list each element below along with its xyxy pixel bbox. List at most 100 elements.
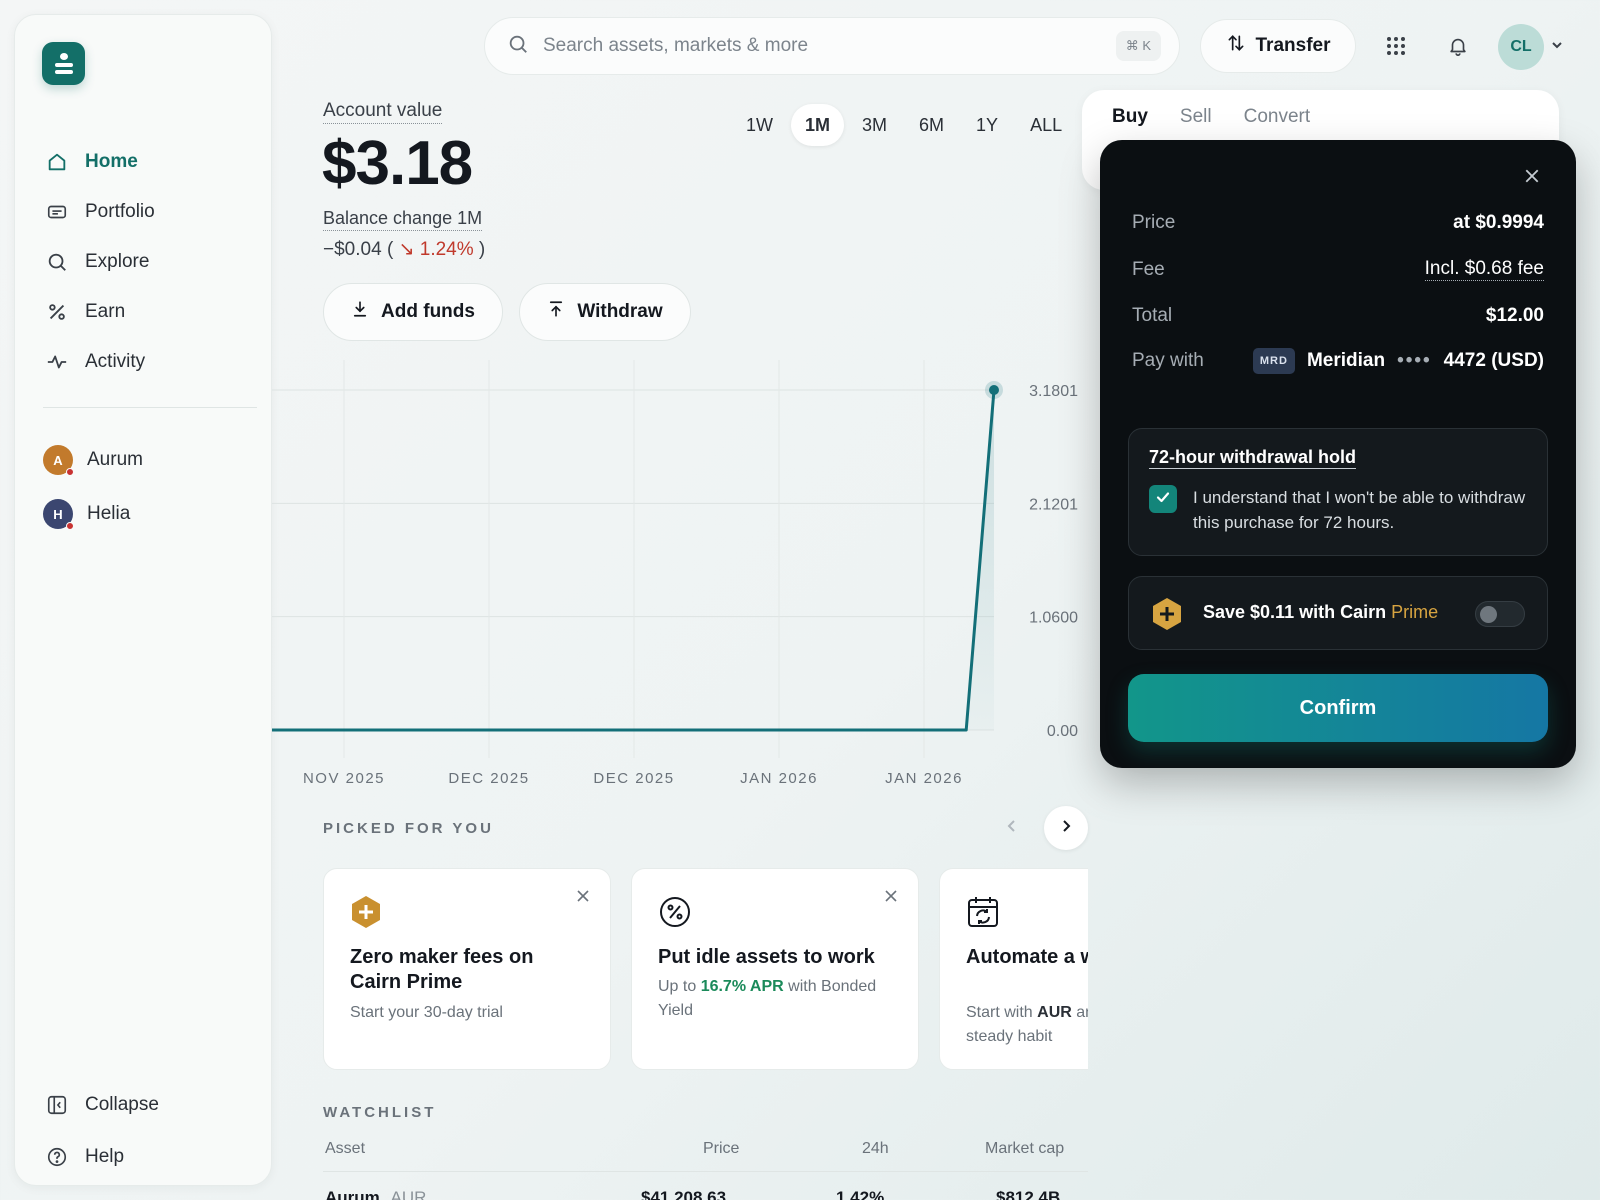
account-value: $3.18 (322, 129, 473, 198)
card-brand-badge: MRD (1252, 348, 1295, 374)
transfer-arrows-icon (1226, 33, 1246, 59)
payment-method-selector[interactable]: MRD Meridian •••• 4472 (USD) (1252, 348, 1544, 374)
help-button[interactable]: Help (45, 1131, 245, 1183)
carousel-next-button[interactable] (1044, 806, 1088, 850)
sidebar-item-explore[interactable]: Explore (45, 237, 245, 287)
sidebar-item-label: Home (85, 151, 138, 172)
table-row-asset[interactable]: Aurum AUR (325, 1188, 426, 1200)
last-point-marker (989, 385, 999, 395)
sidebar-item-label: Portfolio (85, 201, 155, 222)
picked-for-you-heading: PICKED FOR YOU (323, 820, 494, 837)
asset-name: Aurum (325, 1188, 380, 1200)
tab-sell[interactable]: Sell (1180, 106, 1212, 128)
promo-card[interactable]: Zero maker fees on Cairn Prime Start you… (323, 868, 611, 1070)
promo-card-subtitle: Start your 30-day trial (350, 1004, 503, 1021)
column-header-price[interactable]: Price (703, 1140, 739, 1158)
close-icon[interactable] (576, 889, 590, 908)
watchlist-heading: WATCHLIST (323, 1104, 437, 1121)
wallet-label: Aurum (87, 449, 143, 470)
withdraw-button[interactable]: Withdraw (519, 283, 691, 341)
tab-convert[interactable]: Convert (1244, 106, 1311, 128)
price-value: at $0.9994 (1453, 212, 1544, 233)
wallet-status-dot (66, 522, 74, 530)
balance-change: −$0.04 ( ↘ 1.24% ) (323, 239, 486, 260)
column-header-market-cap[interactable]: Market cap (985, 1140, 1064, 1158)
y-tick-label: 0.00 (1047, 723, 1078, 740)
range-6m[interactable]: 6M (905, 104, 958, 146)
user-avatar[interactable]: CL (1498, 24, 1544, 70)
balance-change-label[interactable]: Balance change 1M (323, 208, 483, 231)
promo-card-subtitle: Start with AUR and build a steady habit (966, 1004, 1088, 1045)
wallet-avatar: A (43, 445, 74, 476)
balance-change-amount: −$0.04 (323, 239, 382, 260)
prime-hexagon-icon (350, 895, 382, 934)
toggle-knob (1480, 606, 1497, 623)
y-tick-label: 1.0600 (1029, 610, 1078, 627)
sidebar-item-portfolio[interactable]: Portfolio (45, 187, 245, 237)
sidebar-item-earn[interactable]: Earn (45, 287, 245, 337)
add-funds-label: Add funds (381, 301, 475, 322)
wallet-status-dot (66, 468, 74, 476)
prime-hexagon-icon (1151, 597, 1183, 636)
chevron-down-icon[interactable] (1550, 38, 1564, 57)
hold-title[interactable]: 72-hour withdrawal hold (1149, 447, 1357, 469)
close-icon[interactable] (884, 889, 898, 908)
download-icon (351, 300, 369, 324)
search-bar[interactable]: ⌘ K (484, 17, 1180, 75)
hold-acknowledge-text[interactable]: I understand that I won't be able to wit… (1193, 485, 1533, 535)
prime-upsell: Save $0.11 with Cairn Prime (1128, 576, 1548, 650)
column-header-asset[interactable]: Asset (325, 1140, 365, 1158)
column-header-24h[interactable]: 24h (862, 1140, 889, 1158)
wallet-item-aurum[interactable]: A Aurum (43, 433, 143, 487)
search-icon (45, 250, 69, 274)
confirm-button[interactable]: Confirm (1128, 674, 1548, 742)
balance-chart[interactable]: 3.1801 2.1201 1.0600 0.00 NOV 2025 DEC 2025 DE… (272, 360, 1092, 800)
carousel-prev-button[interactable] (990, 806, 1034, 850)
sidebar-item-home[interactable]: Home (45, 137, 245, 187)
y-tick-label: 3.1801 (1029, 383, 1078, 400)
y-tick-label: 2.1201 (1029, 496, 1078, 513)
search-icon (507, 33, 529, 60)
prime-upsell-text: Save $0.11 with Cairn Prime (1203, 602, 1439, 622)
transfer-button[interactable]: Transfer (1200, 19, 1356, 73)
series-area (272, 390, 994, 730)
prime-toggle[interactable] (1475, 601, 1525, 627)
range-1w[interactable]: 1W (732, 104, 787, 146)
picked-cards: Zero maker fees on Cairn Prime Start you… (323, 868, 1088, 1072)
wallet-avatar: H (43, 499, 74, 530)
pay-with-label: Pay with (1132, 350, 1204, 371)
wallet-item-helia[interactable]: H Helia (43, 487, 143, 541)
sidebar: Home Portfolio Explore Earn Activity A A… (14, 14, 272, 1186)
order-review-modal: Price at $0.9994 Fee Incl. $0.68 fee Tot… (1100, 140, 1576, 768)
price-row: Price at $0.9994 (1132, 212, 1544, 234)
withdraw-label: Withdraw (577, 301, 663, 322)
x-tick-label: JAN 2026 (740, 770, 818, 787)
account-value-label[interactable]: Account value (323, 100, 443, 124)
bell-icon[interactable] (1444, 32, 1472, 60)
range-3m[interactable]: 3M (848, 104, 901, 146)
collapse-button[interactable]: Collapse (45, 1079, 245, 1131)
search-input[interactable] (543, 35, 1116, 57)
range-1y[interactable]: 1Y (962, 104, 1012, 146)
tab-buy[interactable]: Buy (1112, 106, 1148, 128)
close-icon[interactable] (1524, 168, 1540, 189)
promo-card[interactable]: Put idle assets to work Up to 16.7% APR … (631, 868, 919, 1070)
sidebar-item-activity[interactable]: Activity (45, 337, 245, 387)
fee-value[interactable]: Incl. $0.68 fee (1424, 258, 1544, 281)
promo-card-title: Put idle assets to work (658, 946, 875, 968)
promo-card[interactable]: Automate a weekly buy Start with AUR and… (939, 868, 1088, 1070)
total-value: $12.00 (1485, 305, 1544, 326)
apps-grid-icon[interactable] (1382, 32, 1410, 60)
wallet-icon (45, 200, 69, 224)
hold-acknowledge-checkbox[interactable] (1149, 485, 1177, 513)
transfer-label: Transfer (1255, 35, 1331, 56)
wallet-initial: H (53, 506, 63, 522)
app-logo[interactable] (42, 42, 85, 85)
sidebar-item-label: Earn (85, 301, 126, 322)
range-1m[interactable]: 1M (791, 104, 845, 146)
add-funds-button[interactable]: Add funds (323, 283, 503, 341)
card-mask: •••• (1397, 350, 1432, 371)
time-range-selector: 1W 1M 3M 6M 1Y ALL (732, 104, 1080, 146)
wallet-label: Helia (87, 503, 131, 524)
range-all[interactable]: ALL (1016, 104, 1076, 146)
